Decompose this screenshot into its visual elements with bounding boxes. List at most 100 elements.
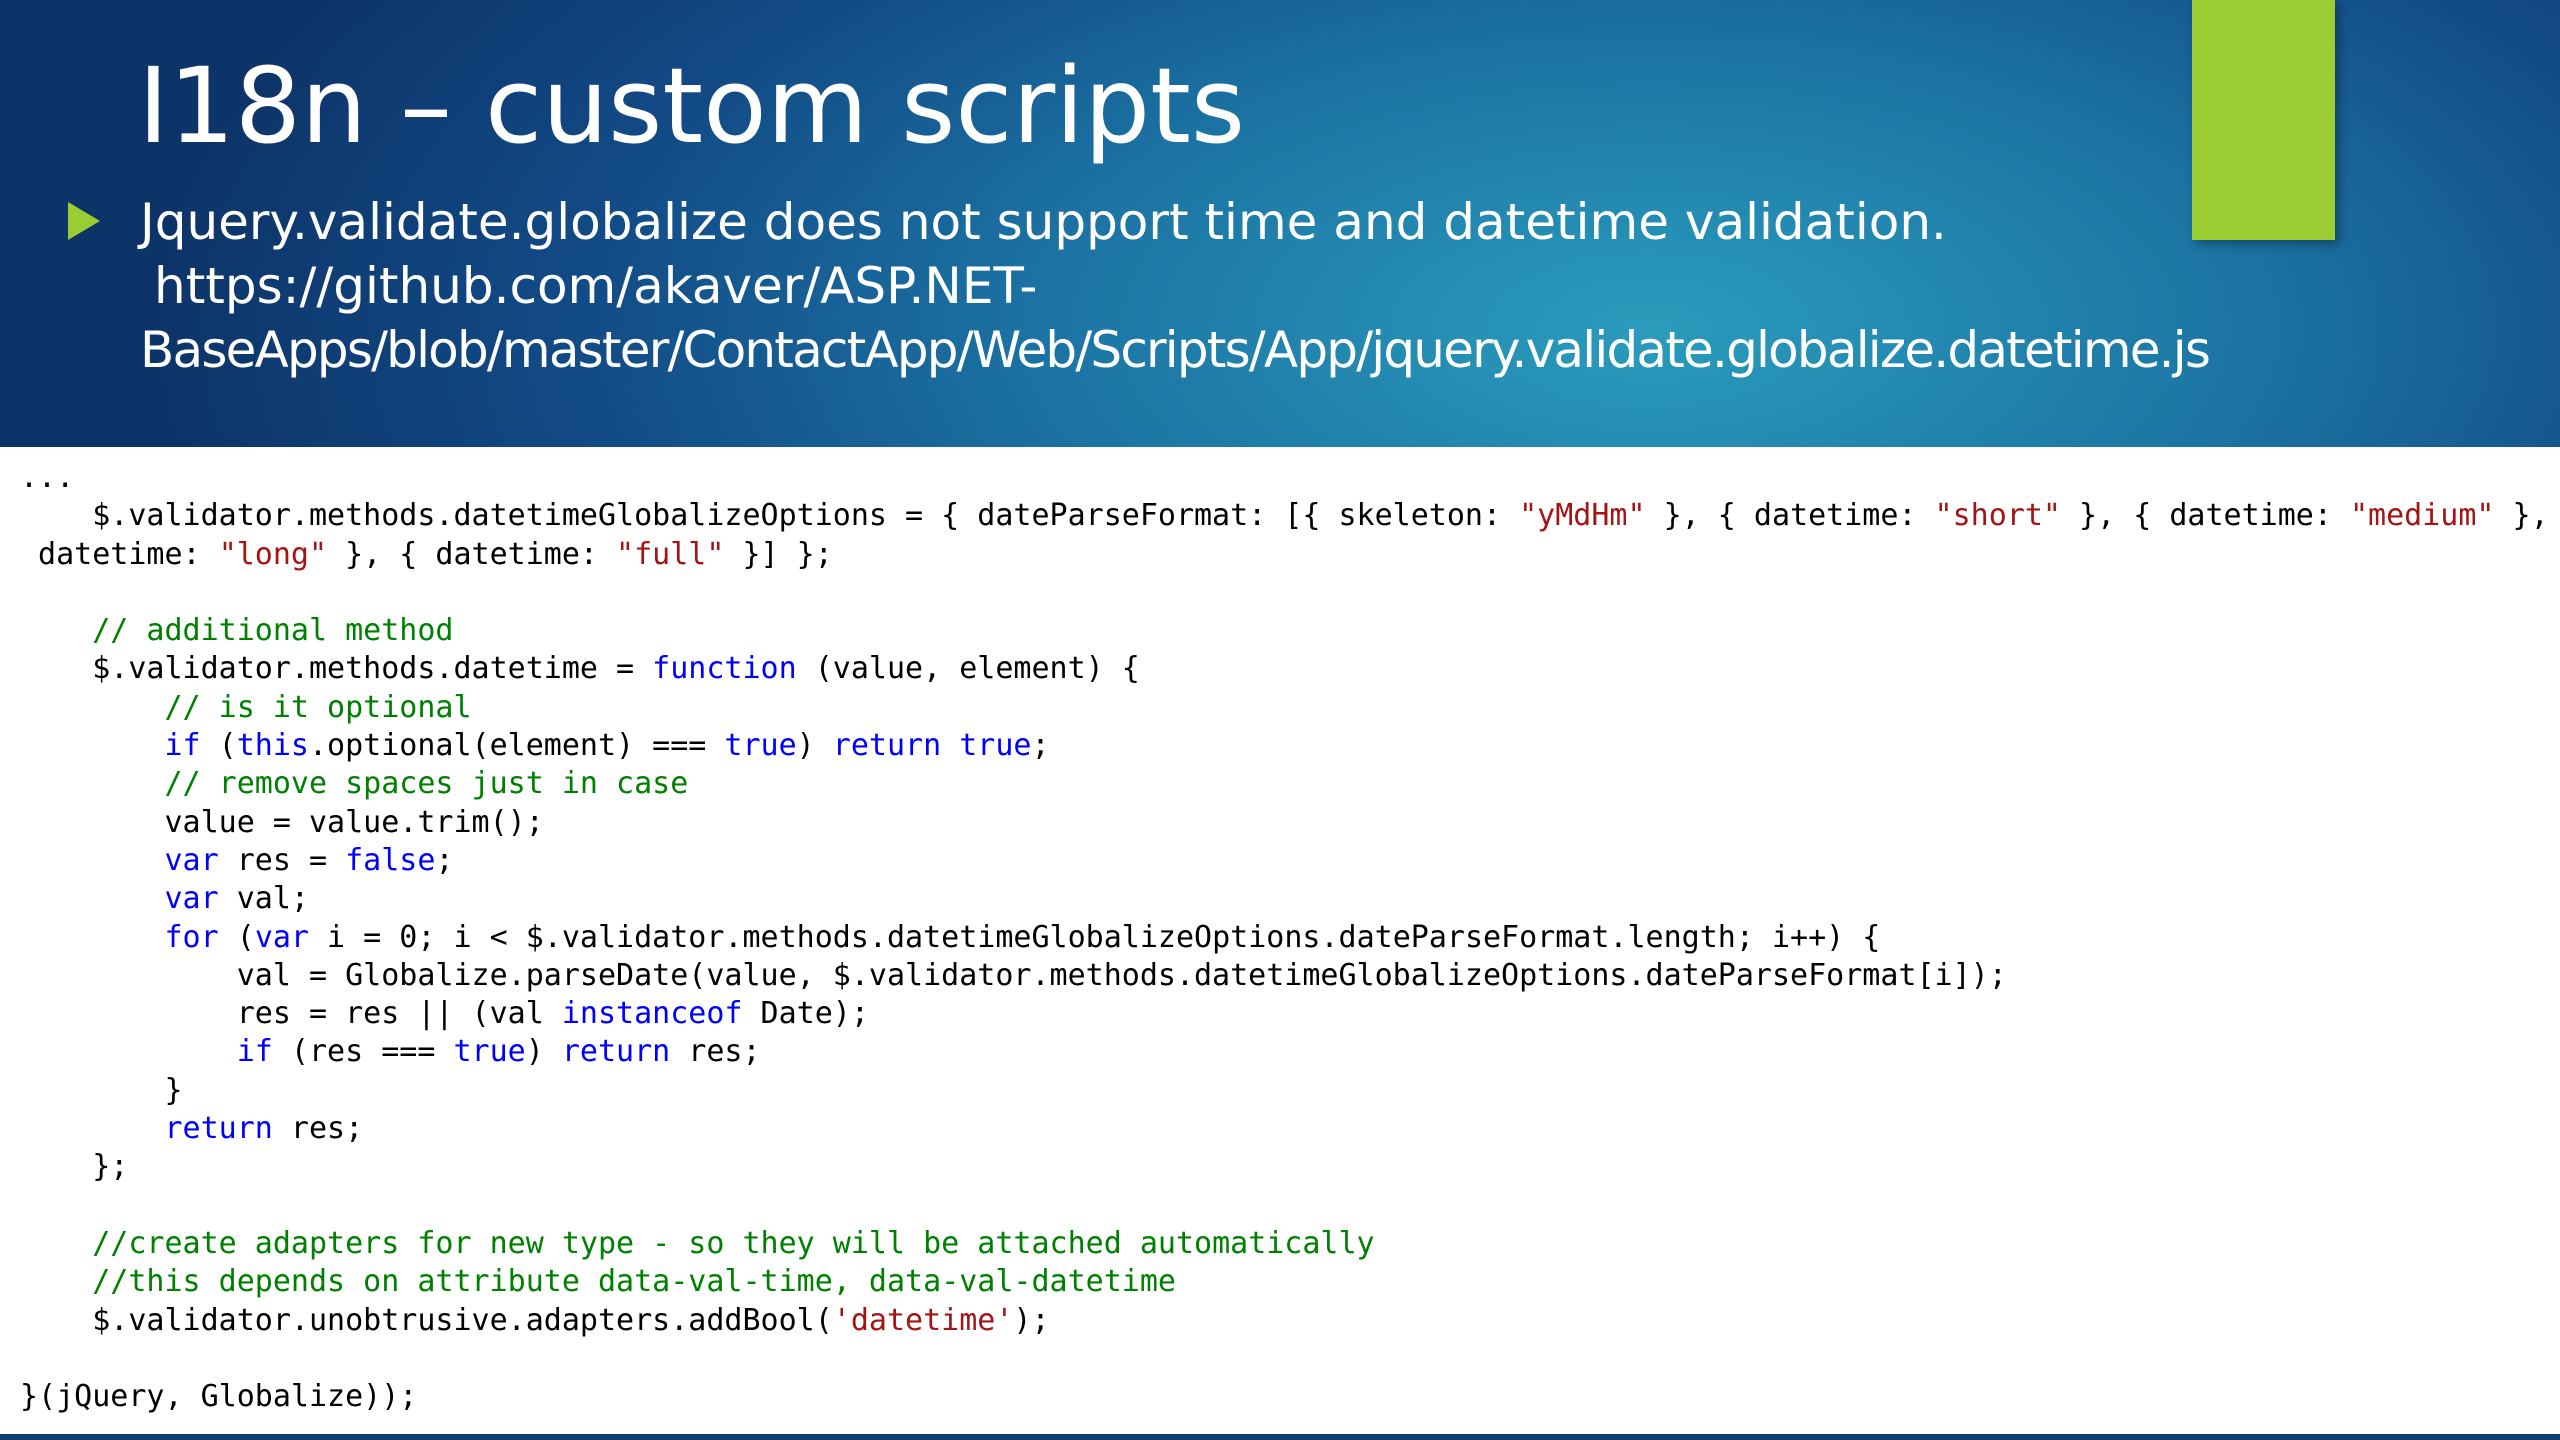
code-text: $.validator.unobtrusive.adapters.addBool… (20, 1302, 833, 1338)
code-line: val = Globalize.parseDate(value, $.valid… (20, 957, 2560, 995)
code-text: }] }; (724, 536, 833, 572)
bottom-bar (0, 1434, 2560, 1440)
code-text: }(jQuery, Globalize)); (20, 1379, 418, 1415)
code-line: var val; (20, 880, 2560, 918)
code-keyword: if (164, 728, 201, 764)
code-keyword: for (164, 919, 219, 955)
code-keyword: instanceof (561, 996, 743, 1032)
code-text: .optional(element) === (309, 728, 725, 764)
bullet-link-line-1: https://github.com/akaver/ASP.NET- (154, 257, 1038, 315)
code-keyword: var (254, 919, 309, 955)
code-text: ) (796, 728, 833, 764)
code-text: (res === (272, 1034, 454, 1070)
code-line: value = value.trim(); (20, 804, 2560, 842)
code-keyword: true (724, 728, 797, 764)
code-comment: // is it optional (164, 689, 472, 725)
code-line: ... (20, 459, 2560, 497)
code-line: if (res === true) return res; (20, 1033, 2560, 1071)
code-keyword: return (164, 1111, 273, 1147)
code-text: res; (670, 1034, 761, 1070)
bullet-link-line-2: BaseApps/blob/master/ContactApp/Web/Scri… (140, 321, 2211, 379)
slide-header: I18n – custom scripts Jquery.validate.gl… (0, 0, 2560, 447)
code-text: Date); (742, 996, 869, 1032)
code-text: ); (1013, 1302, 1050, 1338)
code-line: res = res || (val instanceof Date); (20, 995, 2560, 1033)
code-keyword: function (652, 651, 797, 687)
code-keyword: true (453, 1034, 526, 1070)
code-text: val; (218, 881, 309, 917)
code-comment: //this depends on attribute data-val-tim… (92, 1264, 1176, 1300)
code-line: //this depends on attribute data-val-tim… (20, 1263, 2560, 1301)
code-line: $.validator.methods.datetime = function … (20, 650, 2560, 688)
code-line: $.validator.methods.datetimeGlobalizeOpt… (20, 497, 2560, 535)
bullet-arrow-icon (68, 202, 100, 240)
code-string: "long" (218, 536, 328, 572)
code-text: $.validator.methods.datetimeGlobalizeOpt… (20, 498, 1520, 534)
code-text: $.validator.methods.datetime = (20, 651, 653, 687)
code-keyword: this (236, 728, 309, 764)
code-text: ( (200, 728, 237, 764)
code-string: "full" (616, 536, 725, 572)
code-text: res; (272, 1111, 364, 1147)
code-text: res = res || (val (20, 996, 562, 1032)
code-block: ... $.validator.methods.datetimeGlobaliz… (20, 459, 2560, 1416)
code-line: if (this.optional(element) === true) ret… (20, 727, 2560, 765)
code-text: }, { (2512, 498, 2549, 534)
code-string: "yMdHm" (1519, 498, 1646, 534)
code-text: ) (525, 1034, 562, 1070)
slide: I18n – custom scripts Jquery.validate.gl… (0, 0, 2560, 1440)
code-text: }, { datetime: (1645, 498, 1935, 534)
code-text: value = value.trim(); (20, 804, 544, 840)
code-text: ... (20, 460, 75, 495)
code-keyword: true (959, 728, 1032, 764)
code-line: $.validator.unobtrusive.adapters.addBool… (20, 1302, 2560, 1340)
code-string: "short" (1934, 498, 2061, 534)
code-line: // remove spaces just in case (20, 765, 2560, 803)
code-line: var res = false; (20, 842, 2560, 880)
code-comment: // remove spaces just in case (164, 766, 689, 802)
code-line: //create adapters for new type - so they… (20, 1225, 2560, 1263)
code-text: } (20, 1072, 183, 1108)
code-text: }; (20, 1149, 129, 1185)
code-text: }, { datetime: (2060, 498, 2350, 534)
code-line: datetime: "long" }, { datetime: "full" }… (20, 536, 2560, 574)
code-line: }; (20, 1148, 2560, 1186)
slide-title: I18n – custom scripts (138, 45, 1246, 167)
code-line: } (20, 1072, 2560, 1110)
code-keyword: var (164, 842, 219, 878)
code-keyword: return (561, 1034, 671, 1070)
code-text: ; (435, 842, 454, 878)
code-comment: //create adapters for new type - so they… (92, 1225, 1375, 1261)
code-text: }, { datetime: (327, 536, 617, 572)
code-keyword: return (832, 728, 942, 764)
code-keyword: false (345, 842, 436, 878)
code-text: ; (1031, 728, 1050, 764)
code-line: // additional method (20, 612, 2560, 650)
code-comment: // additional method (92, 613, 454, 649)
code-text: i = 0; i < $.validator.methods.datetimeG… (309, 919, 1881, 955)
code-text: val = Globalize.parseDate(value, $.valid… (20, 957, 2007, 993)
code-line: return res; (20, 1110, 2560, 1148)
code-keyword: if (236, 1034, 273, 1070)
code-text: (value, element) { (796, 651, 1140, 687)
code-keyword: var (164, 881, 219, 917)
bullet-line-1: Jquery.validate.globalize does not suppo… (140, 193, 1947, 251)
code-line: for (var i = 0; i < $.validator.methods.… (20, 919, 2560, 957)
code-text: datetime: (20, 536, 219, 572)
code-string: "medium" (2349, 498, 2495, 534)
code-line: }(jQuery, Globalize)); (20, 1378, 2560, 1416)
bullet-text: Jquery.validate.globalize does not suppo… (140, 190, 2550, 382)
